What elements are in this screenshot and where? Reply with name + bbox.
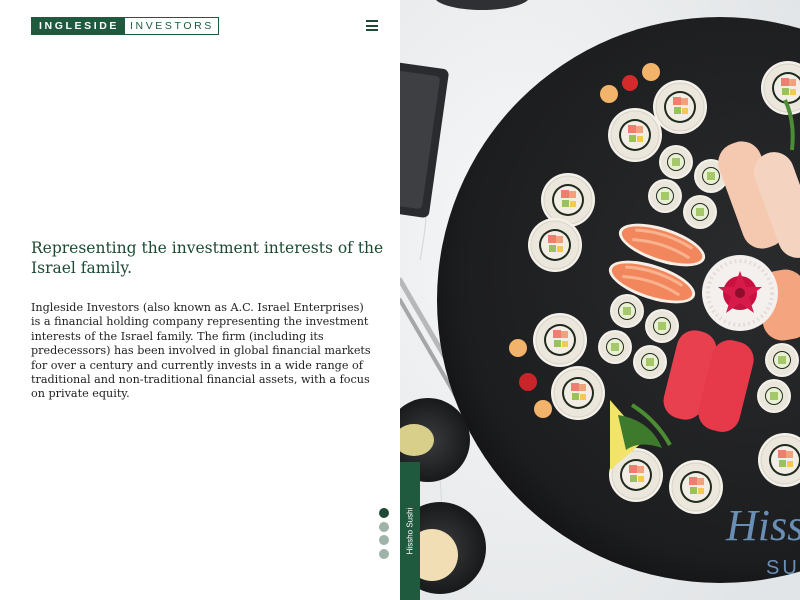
page-headline: Representing the investment interests of… [31,239,384,277]
hissho-brand-subtext: SUSHI [766,557,800,579]
content-panel: INGLESIDE INVESTORS Representing the inv… [0,0,400,600]
company-description: Ingleside Investors (also known as A.C. … [31,301,371,401]
slider-dot-4[interactable] [379,548,389,559]
slider-dot-2[interactable] [379,521,389,532]
image-caption-tab: Hissho Sushi [400,462,420,600]
hissho-brand-text: Hissho [725,501,800,550]
logo-text-investors: INVESTORS [130,20,214,32]
logo-text-ingleside: INGLESIDE [32,18,125,34]
slider-dot-1[interactable] [379,508,389,518]
hamburger-icon-bar [366,20,378,22]
page: INGLESIDE INVESTORS Representing the inv… [0,0,800,600]
site-logo[interactable]: INGLESIDE INVESTORS [31,17,219,35]
slider-pagination [379,508,389,559]
hamburger-icon-bar [366,29,378,31]
image-caption-text: Hissho Sushi [405,507,415,555]
hamburger-icon-bar [366,24,378,27]
menu-button[interactable] [366,20,379,31]
slider-dot-3[interactable] [379,535,389,545]
hero-image-sushi-platter: Hissho SUSHI [400,0,800,600]
